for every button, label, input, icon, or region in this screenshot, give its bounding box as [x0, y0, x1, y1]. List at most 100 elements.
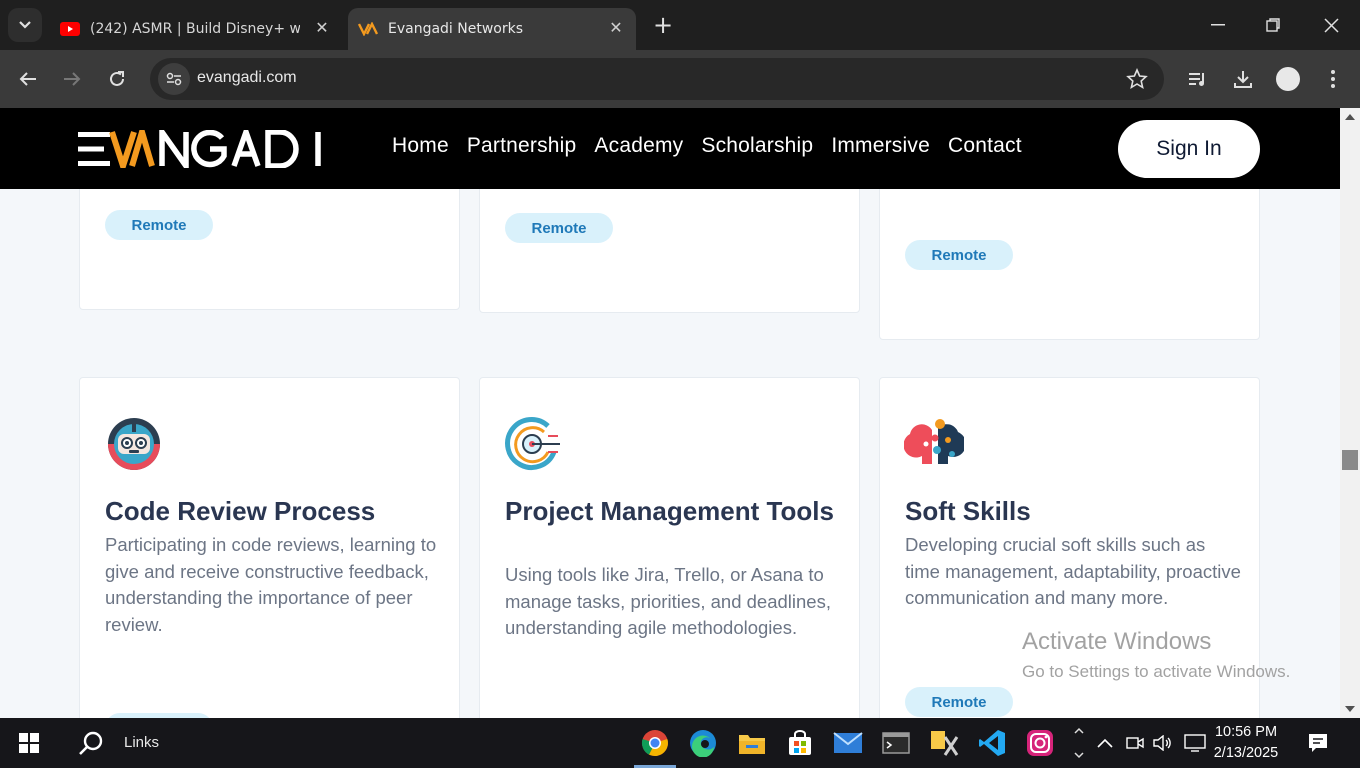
- taskbar-clock[interactable]: 10:56 PM 2/13/2025: [1212, 722, 1280, 764]
- edge-icon: [690, 730, 716, 757]
- evangadi-logo[interactable]: [78, 130, 330, 168]
- taskbar-vscode[interactable]: [969, 718, 1015, 768]
- remote-badge: Remote: [905, 687, 1013, 717]
- page-scrollbar[interactable]: [1340, 108, 1360, 718]
- volume-button[interactable]: [1150, 718, 1176, 768]
- close-tab-icon[interactable]: ✕: [314, 20, 330, 36]
- main-nav: Home Partnership Academy Scholarship Imm…: [392, 134, 1022, 158]
- target-cursor-icon: [505, 417, 560, 470]
- evangadi-icon: [358, 22, 378, 36]
- nav-link-contact[interactable]: Contact: [948, 134, 1022, 158]
- card-description: Using tools like Jira, Trello, or Asana …: [505, 564, 831, 638]
- action-center-button[interactable]: [1298, 718, 1338, 768]
- close-tab-icon[interactable]: ✕: [608, 20, 624, 36]
- card-title: Code Review Process: [105, 496, 376, 526]
- taskbar-file-explorer[interactable]: [729, 718, 775, 768]
- scrollbar-thumb[interactable]: [1342, 450, 1358, 470]
- avatar: [1276, 67, 1300, 91]
- browser-toolbar: evangadi.com: [0, 50, 1360, 108]
- mail-icon: [833, 732, 863, 753]
- nav-link-immersive[interactable]: Immersive: [831, 134, 930, 158]
- taskbar-chrome[interactable]: [632, 718, 678, 768]
- show-hidden-icons-button[interactable]: [1092, 718, 1118, 768]
- site-info-button[interactable]: [158, 63, 190, 95]
- new-tab-button[interactable]: +: [650, 13, 676, 39]
- browser-menu-button[interactable]: [1318, 64, 1348, 94]
- tab-evangadi[interactable]: Evangadi Networks ✕: [348, 8, 636, 50]
- site-header: Home Partnership Academy Scholarship Imm…: [0, 108, 1340, 189]
- reload-button[interactable]: [102, 64, 132, 94]
- store-bag-icon: [789, 730, 811, 755]
- scroll-down-icon[interactable]: [1345, 706, 1355, 712]
- nav-link-scholarship[interactable]: Scholarship: [701, 134, 813, 158]
- taskbar-terminal[interactable]: [873, 718, 919, 768]
- minimize-icon: [1211, 24, 1225, 26]
- heads-dots-icon: [904, 419, 964, 464]
- chevron-up-icon: [1097, 738, 1113, 748]
- browser-tab-strip: (242) ASMR | Build Disney+ with ✕ Evanga…: [0, 0, 1360, 50]
- bookmark-star-icon[interactable]: [1126, 68, 1148, 90]
- taskbar-search-button[interactable]: [68, 718, 114, 768]
- tab-search-button[interactable]: [8, 8, 42, 42]
- remote-badge: Remote: [105, 210, 213, 240]
- windows-taskbar: Links 10:56 PM 2/13/2025: [0, 718, 1360, 768]
- arrow-right-icon: [64, 72, 81, 86]
- taskbar-mail[interactable]: [825, 718, 871, 768]
- search-icon: [79, 731, 103, 755]
- close-window-button[interactable]: [1303, 0, 1359, 50]
- folder-icon: [739, 735, 765, 754]
- chrome-icon: [641, 730, 668, 757]
- nav-link-partnership[interactable]: Partnership: [467, 134, 577, 158]
- taskbar-store[interactable]: [777, 718, 823, 768]
- clock-time: 10:56 PM: [1214, 724, 1278, 740]
- taskbar-scroll-arrows[interactable]: [1064, 718, 1094, 768]
- notification-icon: [1309, 734, 1327, 752]
- address-bar[interactable]: evangadi.com: [150, 58, 1164, 100]
- start-button[interactable]: [6, 718, 52, 768]
- nav-link-home[interactable]: Home: [392, 134, 449, 158]
- clock-date: 2/13/2025: [1213, 745, 1279, 761]
- activate-windows-watermark: Activate Windows Go to Settings to activ…: [1022, 628, 1290, 682]
- card-title: Project Management Tools: [505, 496, 834, 526]
- forward-button[interactable]: [57, 64, 87, 94]
- watermark-title: Activate Windows: [1022, 628, 1212, 655]
- close-icon: [1323, 17, 1339, 33]
- minimize-button[interactable]: [1190, 0, 1246, 50]
- terminal-icon: [882, 732, 910, 754]
- card-description: Participating in code reviews, learning …: [105, 534, 437, 635]
- network-button[interactable]: [1180, 718, 1210, 768]
- chevron-updown-icon: [1074, 727, 1084, 759]
- remote-badge: Remote: [905, 240, 1013, 270]
- chevron-down-icon: [19, 21, 31, 29]
- watermark-subtitle: Go to Settings to activate Windows.: [1022, 662, 1291, 681]
- meet-now-button[interactable]: [1122, 718, 1148, 768]
- vscode-icon: [979, 730, 1005, 756]
- links-toolbar-label[interactable]: Links: [124, 734, 159, 751]
- card-description: Developing crucial soft skills such as t…: [905, 534, 1241, 608]
- downloads-button[interactable]: [1228, 64, 1258, 94]
- instagram-icon: [1027, 730, 1053, 756]
- remote-badge: Remote: [505, 213, 613, 243]
- sign-in-button[interactable]: Sign In: [1118, 120, 1260, 178]
- tools-icon: [931, 731, 959, 756]
- nav-link-academy[interactable]: Academy: [594, 134, 683, 158]
- tune-icon: [166, 72, 182, 86]
- taskbar-edge[interactable]: [680, 718, 726, 768]
- robot-face-icon: [108, 418, 160, 470]
- page-viewport: Home Partnership Academy Scholarship Imm…: [0, 108, 1340, 718]
- scroll-up-icon[interactable]: [1345, 114, 1355, 120]
- video-camera-icon: [1126, 737, 1144, 749]
- back-button[interactable]: [13, 64, 43, 94]
- url-text[interactable]: evangadi.com: [197, 69, 297, 87]
- playlist-icon: [1189, 73, 1204, 86]
- windows-logo-icon: [19, 733, 39, 753]
- skill-card-project-management: Project Management Tools Using tools lik…: [479, 377, 860, 718]
- arrow-left-icon: [19, 72, 36, 86]
- restore-button[interactable]: [1245, 0, 1301, 50]
- taskbar-dev-tools[interactable]: [921, 718, 967, 768]
- profile-button[interactable]: [1273, 64, 1303, 94]
- tab-youtube[interactable]: (242) ASMR | Build Disney+ with ✕: [52, 8, 342, 50]
- taskbar-instagram[interactable]: [1017, 718, 1063, 768]
- card-title: Soft Skills: [905, 496, 1031, 526]
- media-controls-button[interactable]: [1183, 64, 1213, 94]
